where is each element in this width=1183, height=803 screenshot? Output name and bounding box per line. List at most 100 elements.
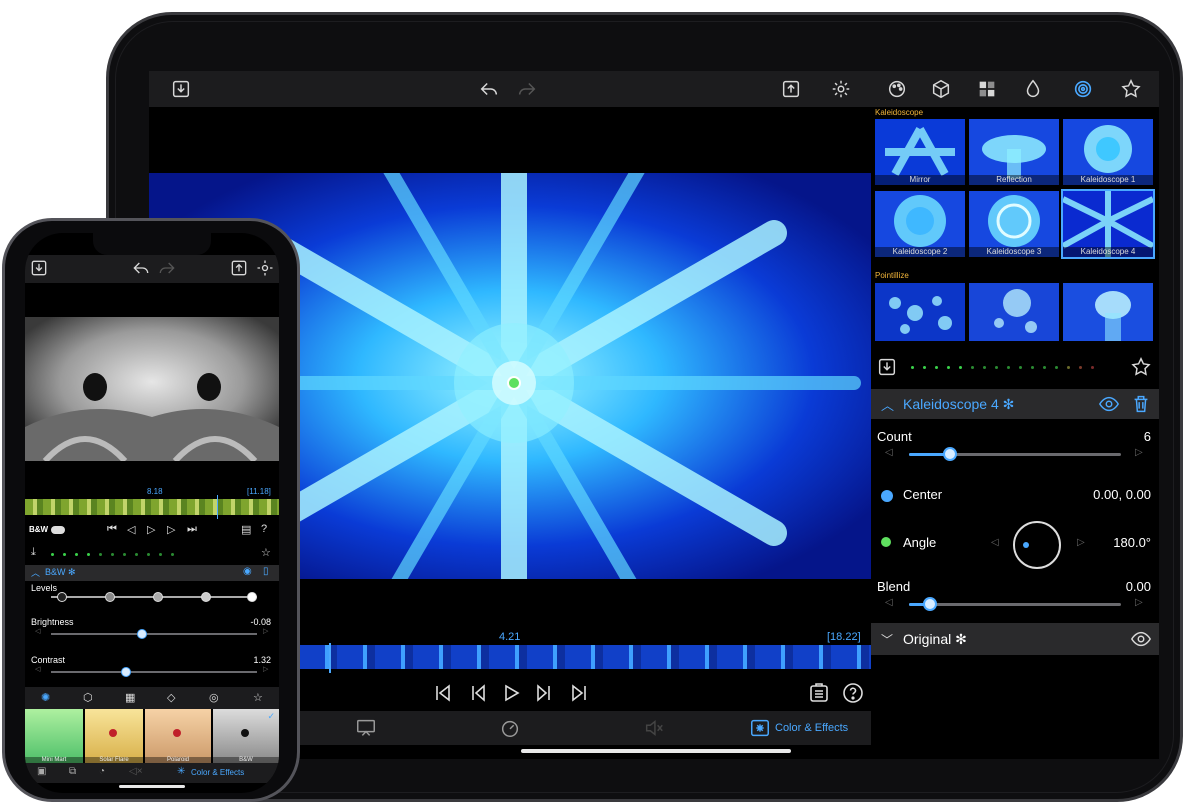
blend-slider-knob[interactable] [922, 597, 937, 611]
preset-thumb[interactable]: Kaleidoscope 1 [1063, 119, 1153, 185]
phone-effect-header[interactable]: ︿ B&W ✻ ◉ ▯ [25, 565, 279, 581]
levels-knob-shadow[interactable] [105, 592, 115, 602]
step-back-icon[interactable] [465, 681, 489, 705]
filter-thumb[interactable]: Solar Flare [85, 709, 143, 763]
filter-thumb[interactable]: Polaroid [145, 709, 211, 763]
favorite-star-icon[interactable] [1129, 355, 1153, 379]
preset-thumb[interactable]: Mirror [875, 119, 965, 185]
step-forward-icon[interactable] [533, 681, 557, 705]
chevron-right-icon[interactable]: ▷ [1135, 447, 1143, 458]
step-forward-icon[interactable]: ▷ [167, 523, 175, 536]
drop-icon[interactable] [1021, 77, 1045, 101]
import-icon[interactable] [169, 77, 193, 101]
mute-icon[interactable] [643, 717, 665, 739]
favorite-star-icon[interactable]: ☆ [261, 546, 271, 559]
angle-dial-knob[interactable] [1023, 542, 1029, 548]
levels-knob-highlight[interactable] [201, 592, 211, 602]
eye-icon[interactable] [1129, 627, 1153, 651]
effect-header[interactable]: ︿ Kaleidoscope 4 ✻ [871, 389, 1159, 419]
rotate-right-icon[interactable]: ▷ [1077, 537, 1085, 548]
export-icon[interactable] [229, 258, 249, 278]
palette-icon[interactable]: ✺ [41, 691, 50, 704]
chevron-up-icon[interactable]: ︿ [31, 566, 40, 579]
grid-icon[interactable]: ▦ [125, 691, 135, 704]
count-slider-knob[interactable] [942, 447, 957, 461]
settings-icon[interactable] [829, 77, 853, 101]
help-icon[interactable] [841, 681, 865, 705]
library-icon[interactable]: ▣ [37, 766, 46, 777]
phone-playhead[interactable] [217, 495, 218, 519]
import-effect-icon[interactable] [875, 355, 899, 379]
filter-thumb-selected[interactable]: ✓ B&W [213, 709, 279, 763]
export-icon[interactable] [779, 77, 803, 101]
playhead[interactable] [329, 643, 331, 673]
mute-icon[interactable]: ◁× [129, 766, 143, 777]
color-effects-icon[interactable]: ✳ [177, 766, 185, 777]
chevron-right-icon[interactable]: ▷ [263, 665, 268, 673]
toggle-switch[interactable] [51, 526, 65, 534]
chevron-left-icon[interactable]: ◁ [35, 627, 40, 635]
center-value[interactable]: 0.00, 0.00 [1093, 487, 1151, 502]
speed-icon[interactable]: ◔ [99, 766, 105, 777]
pointillize-thumb[interactable] [875, 283, 965, 341]
undo-icon[interactable] [131, 258, 151, 278]
levels-knob-black[interactable] [57, 592, 67, 602]
help-icon[interactable]: ? [261, 523, 267, 535]
skip-start-icon[interactable]: ⏮ [107, 523, 117, 536]
redo-icon[interactable] [157, 258, 177, 278]
chevron-left-icon[interactable]: ◁ [885, 597, 893, 608]
preset-thumb[interactable]: Reflection [969, 119, 1059, 185]
preset-thumb[interactable]: Kaleidoscope 2 [875, 191, 965, 257]
play-icon[interactable]: ▷ [147, 523, 155, 536]
palette-icon[interactable] [885, 77, 909, 101]
levels-slider[interactable] [51, 592, 257, 602]
drop-icon[interactable]: ◇ [167, 691, 175, 704]
spiral-icon[interactable]: ◎ [209, 691, 219, 704]
chevron-up-icon[interactable]: ︿ [881, 395, 894, 414]
edit-clip-icon[interactable] [355, 717, 377, 739]
filter-thumb[interactable]: Mini Mart [25, 709, 83, 763]
rotate-left-icon[interactable]: ◁ [991, 537, 999, 548]
angle-dial[interactable] [1013, 521, 1061, 569]
eye-icon[interactable] [1097, 392, 1121, 416]
blend-slider[interactable] [909, 597, 1121, 611]
redo-icon[interactable] [515, 77, 539, 101]
trash-icon[interactable]: ▯ [263, 566, 269, 577]
levels-knob-mid[interactable] [153, 592, 163, 602]
trash-icon[interactable] [1129, 392, 1153, 416]
pointillize-thumb[interactable] [969, 283, 1059, 341]
levels-knob-white[interactable] [247, 592, 257, 602]
phone-video-preview[interactable] [25, 317, 279, 461]
chevron-left-icon[interactable]: ◁ [35, 665, 40, 673]
cube-icon[interactable]: ⬡ [83, 691, 93, 704]
settings-icon[interactable] [255, 258, 275, 278]
cube-icon[interactable] [929, 77, 953, 101]
skip-start-icon[interactable] [431, 681, 455, 705]
color-effects-icon[interactable] [749, 717, 771, 739]
timeline-filmstrip[interactable] [299, 645, 871, 669]
undo-icon[interactable] [477, 77, 501, 101]
phone-timeline-filmstrip[interactable] [25, 499, 279, 515]
import-effect-icon[interactable]: ⤓ [31, 546, 36, 559]
play-icon[interactable] [499, 681, 523, 705]
chevron-left-icon[interactable]: ◁ [885, 447, 893, 458]
color-effects-tab-label[interactable]: Color & Effects [775, 722, 848, 734]
step-back-icon[interactable]: ◁ [127, 523, 135, 536]
spiral-icon[interactable] [1071, 77, 1095, 101]
chevron-down-icon[interactable]: ﹀ [881, 631, 893, 648]
contrast-knob[interactable] [121, 667, 131, 677]
contrast-slider[interactable] [51, 667, 257, 677]
star-icon[interactable] [1119, 77, 1143, 101]
star-icon[interactable]: ☆ [253, 691, 263, 704]
clipboard-icon[interactable]: ▤ [241, 523, 251, 536]
clipboard-icon[interactable] [807, 681, 831, 705]
eye-icon[interactable]: ◉ [243, 566, 252, 577]
brightness-slider[interactable] [51, 629, 257, 639]
preset-thumb[interactable]: Kaleidoscope 3 [969, 191, 1059, 257]
preset-thumb-selected[interactable]: Kaleidoscope 4 [1061, 189, 1155, 259]
skip-end-icon[interactable]: ⏭ [187, 523, 197, 536]
import-icon[interactable] [29, 258, 49, 278]
count-slider[interactable] [909, 447, 1121, 461]
chevron-right-icon[interactable]: ▷ [1135, 597, 1143, 608]
pointillize-thumb[interactable] [1063, 283, 1153, 341]
